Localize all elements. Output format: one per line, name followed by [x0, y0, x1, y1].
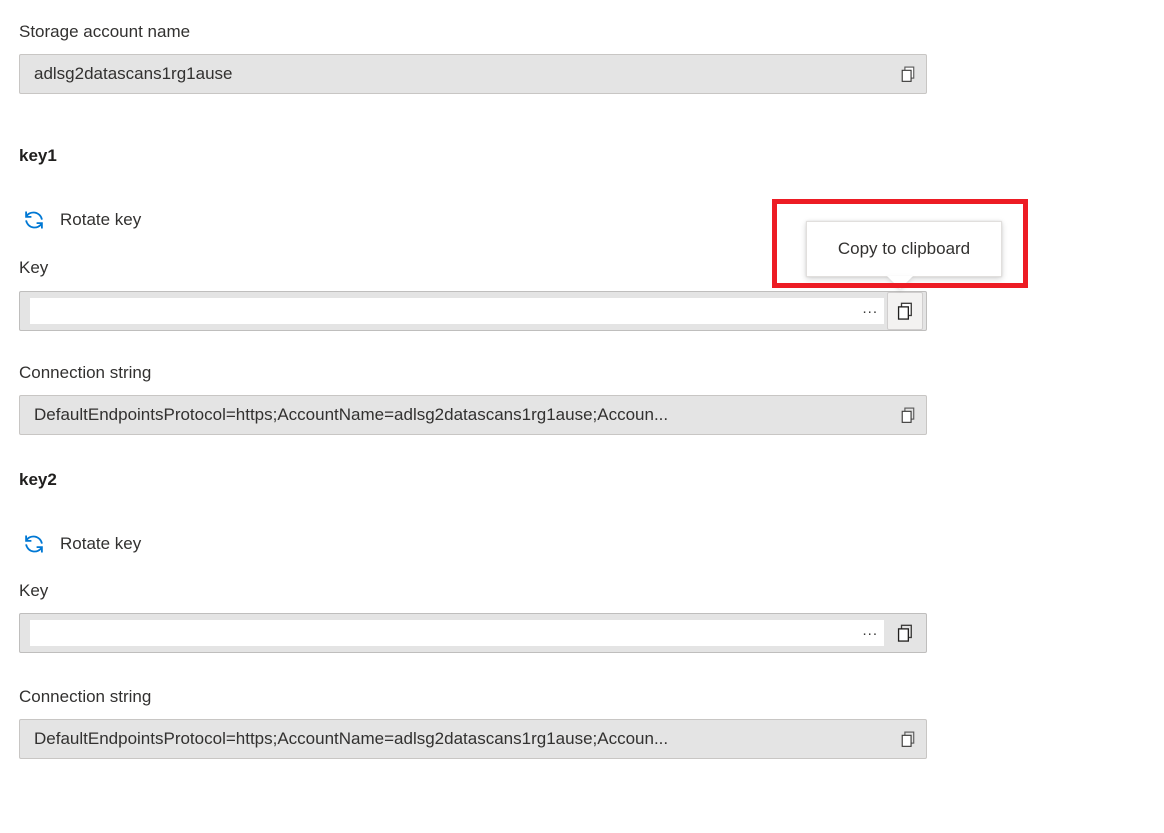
key1-value-field: ...: [19, 291, 927, 331]
key2-connection-string-field: DefaultEndpointsProtocol=https;AccountNa…: [19, 719, 927, 759]
key1-masked-input[interactable]: ...: [30, 298, 884, 324]
rotate-refresh-icon: [19, 205, 49, 235]
key2-connection-string-value: DefaultEndpointsProtocol=https;AccountNa…: [20, 728, 890, 750]
tooltip-arrow: [887, 276, 913, 289]
key2-section-title: key2: [19, 469, 57, 491]
rotate-key2-button[interactable]: Rotate key: [19, 528, 141, 560]
key1-section-title: key1: [19, 145, 57, 167]
copy-key2-connection-string-button[interactable]: [890, 720, 926, 758]
key2-connection-string-label: Connection string: [19, 686, 151, 708]
rotate-refresh-icon: [19, 529, 49, 559]
key1-connection-string-label: Connection string: [19, 362, 151, 384]
key1-connection-string-value: DefaultEndpointsProtocol=https;AccountNa…: [20, 404, 890, 426]
copy-icon: [895, 623, 916, 644]
key1-connection-string-field: DefaultEndpointsProtocol=https;AccountNa…: [19, 395, 927, 435]
key2-field-label: Key: [19, 580, 48, 602]
key2-value-field: ...: [19, 613, 927, 653]
rotate-key1-button[interactable]: Rotate key: [19, 204, 141, 236]
copy-key1-button[interactable]: [887, 292, 923, 330]
key2-masked-indicator: ...: [862, 624, 878, 642]
access-keys-panel: Storage account name adlsg2datascans1rg1…: [0, 0, 1164, 833]
key1-field-label: Key: [19, 257, 48, 279]
copy-icon: [895, 301, 916, 322]
storage-account-name-value: adlsg2datascans1rg1ause: [20, 63, 890, 85]
key1-masked-indicator: ...: [862, 302, 878, 320]
copy-icon: [899, 65, 918, 84]
rotate-key1-label: Rotate key: [60, 209, 141, 231]
copy-icon: [899, 730, 918, 749]
copy-key2-button[interactable]: [887, 614, 923, 652]
copy-to-clipboard-tooltip: Copy to clipboard: [806, 221, 1002, 277]
storage-account-name-label: Storage account name: [19, 21, 190, 43]
rotate-key2-label: Rotate key: [60, 533, 141, 555]
copy-key1-connection-string-button[interactable]: [890, 396, 926, 434]
copy-storage-account-name-button[interactable]: [890, 55, 926, 93]
storage-account-name-field: adlsg2datascans1rg1ause: [19, 54, 927, 94]
key2-masked-input[interactable]: ...: [30, 620, 884, 646]
tooltip-label: Copy to clipboard: [838, 238, 970, 260]
copy-icon: [899, 406, 918, 425]
